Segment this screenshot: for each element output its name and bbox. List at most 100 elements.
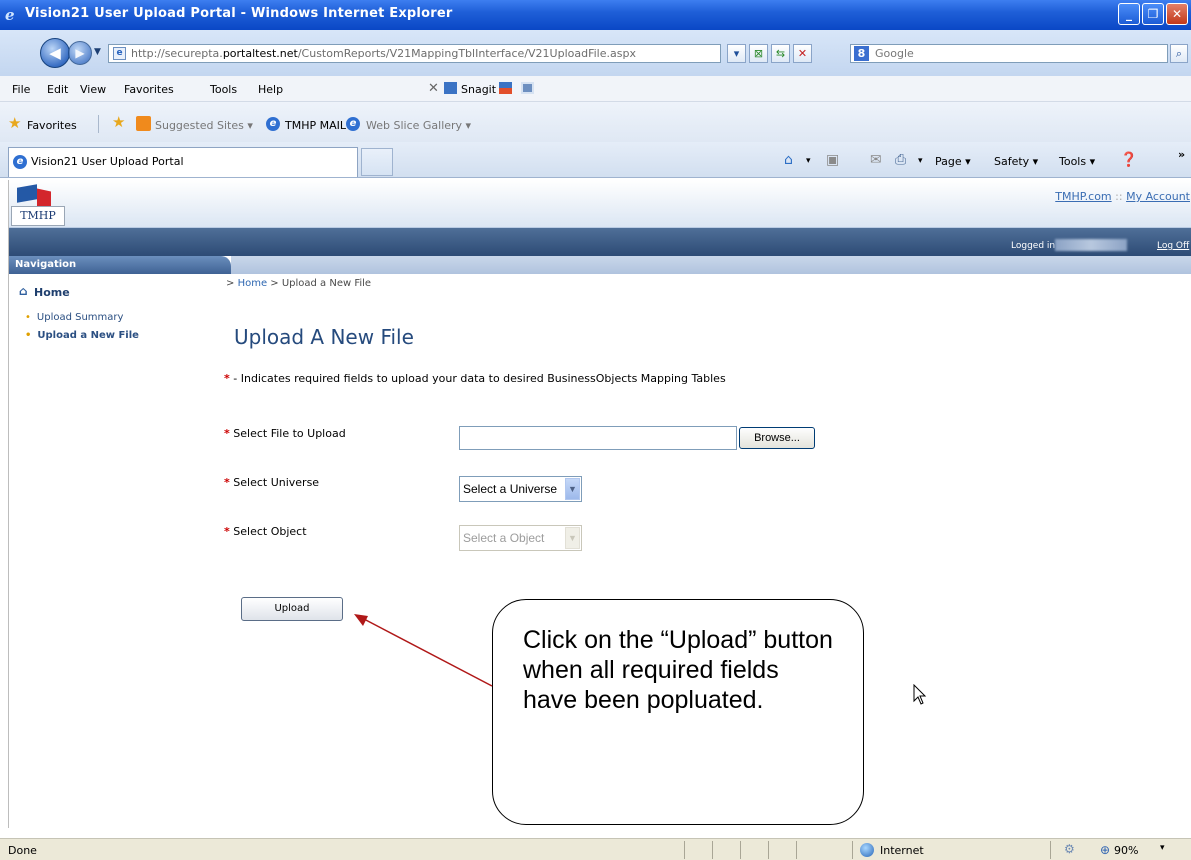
snagit-button[interactable]: Snagit [461,83,496,96]
sidebar-item-upload-new-file[interactable]: • Upload a New File [25,330,139,341]
window-title-bar: e Vision21 User Upload Portal - Windows … [0,0,1191,30]
address-input[interactable]: e http://securepta.portaltest.net/Custom… [108,44,721,63]
file-path-input[interactable] [459,426,737,450]
zoom-level[interactable]: 90% [1114,844,1138,857]
my-account-link[interactable]: My Account [1126,190,1190,203]
page-icon: e [113,47,126,60]
callout-text: Click on the “Upload” button when all re… [523,626,833,714]
object-label-text: Select Object [233,525,307,538]
search-input[interactable]: 8 Google [850,44,1168,63]
back-button[interactable]: ◀ [40,38,70,68]
feeds-icon[interactable]: ▣ [826,152,839,168]
favorites-separator [98,115,99,133]
header-links: TMHP.com :: My Account [1055,190,1190,203]
restore-button[interactable]: ❐ [1142,3,1164,25]
favorites-button[interactable]: Favorites [27,119,77,132]
web-slice-icon: e [346,117,360,131]
snagit-capture-icon[interactable] [499,82,512,94]
snagit-editor-icon[interactable] [521,82,534,94]
compatibility-view-icon[interactable]: ⊠ [749,44,768,63]
close-button[interactable]: ✕ [1166,3,1188,25]
site-header: TMHP TMHP.com :: My Account [9,180,1191,228]
protected-mode-icon[interactable]: ⚙ [1064,842,1075,856]
navigation-header-bg [231,256,1191,274]
bullet-icon: • [25,312,31,323]
file-label: * Select File to Upload [224,427,346,440]
object-label: * Select Object [224,525,307,538]
favorites-bar: ★ Favorites ★ Suggested Sites ▾ e TMHP M… [0,102,1191,142]
breadcrumb-home-link[interactable]: Home [238,278,268,289]
tmhp-home-link[interactable]: TMHP.com [1055,190,1111,203]
breadcrumb-current: > Upload a New File [267,278,372,289]
internet-zone-icon [860,843,874,857]
log-off-link[interactable]: Log Off [1157,241,1189,251]
menu-favorites[interactable]: Favorites [124,83,174,96]
address-dropdown-icon[interactable]: ▾ [727,44,746,63]
snagit-icon[interactable] [444,82,457,94]
menu-view[interactable]: View [80,83,106,96]
tools-menu[interactable]: Tools ▾ [1059,155,1095,168]
zoom-dropdown-icon[interactable]: ▾ [1160,843,1165,853]
google-search-provider-icon: 8 [854,46,869,61]
menu-file[interactable]: File [12,83,30,96]
forward-button[interactable]: ▶ [68,41,92,65]
breadcrumb-prefix: > [226,278,238,289]
breadcrumb: > Home > Upload a New File [226,278,371,289]
required-note: * - Indicates required fields to upload … [224,372,726,385]
close-toolbar-icon[interactable]: ✕ [428,81,439,96]
required-asterisk: * [224,427,230,440]
url-domain: portaltest.net [222,47,298,60]
window-title: Vision21 User Upload Portal - Windows In… [25,6,453,21]
web-slice-gallery-link[interactable]: Web Slice Gallery ▾ [366,119,471,132]
upload-button[interactable]: Upload [241,597,343,621]
search-button-icon[interactable]: ⌕ [1170,44,1188,63]
favorites-star-icon: ★ [8,114,22,132]
help-icon[interactable]: ❓ [1120,152,1137,168]
object-select[interactable]: Select a Object ▼ [459,525,582,551]
tmhp-mail-icon: e [266,117,280,131]
required-asterisk: * [224,525,230,538]
minimize-button[interactable]: _ [1118,3,1140,25]
universe-label: * Select Universe [224,476,319,489]
add-favorite-icon[interactable]: ★ [112,113,125,131]
tmhp-mail-link[interactable]: TMHP MAIL [285,119,346,132]
browse-button[interactable]: Browse... [739,427,815,449]
tab-title: Vision21 User Upload Portal [31,155,184,168]
menu-edit[interactable]: Edit [47,83,68,96]
link-separator: :: [1115,190,1123,203]
page-title: Upload A New File [234,325,414,349]
new-tab-button[interactable] [361,148,393,176]
history-dropdown-icon[interactable]: ▼ [94,47,101,57]
suggested-sites-icon [136,116,151,131]
chevron-down-icon: ▼ [565,478,580,500]
zoom-icon: ⊕ [1100,843,1111,857]
stop-icon[interactable]: ✕ [793,44,812,63]
url-path: /CustomReports/V21MappingTblInterface/V2… [297,47,636,60]
chevron-more-icon[interactable]: » [1178,148,1185,161]
read-mail-icon[interactable]: ✉ [870,152,882,168]
object-select-value: Select a Object [463,531,545,545]
refresh-icon[interactable]: ⇆ [771,44,790,63]
home-icon: ⌂ [19,284,28,298]
sidebar-item-label: Upload a New File [37,330,139,341]
print-icon[interactable]: ⎙ [895,152,906,168]
bullet-icon: • [25,330,32,341]
tmhp-logo[interactable]: TMHP [11,184,65,226]
menu-tools[interactable]: Tools [210,83,237,96]
suggested-sites-link[interactable]: Suggested Sites ▾ [155,119,253,132]
logo-text: TMHP [11,206,65,226]
safety-menu[interactable]: Safety ▾ [994,155,1038,168]
home-icon[interactable]: ⌂ [784,152,793,168]
sidebar-home-label: Home [34,286,70,299]
menu-help[interactable]: Help [258,83,283,96]
required-note-text: - Indicates required fields to upload yo… [229,372,726,385]
home-dropdown-icon[interactable]: ▾ [806,156,811,166]
redacted-username [1055,239,1127,251]
sidebar-item-upload-summary[interactable]: • Upload Summary [25,312,123,323]
universe-select[interactable]: Select a Universe ▼ [459,476,582,502]
universe-select-value: Select a Universe [463,482,558,496]
print-dropdown-icon[interactable]: ▾ [918,156,923,166]
tab-vision21[interactable]: e Vision21 User Upload Portal [8,147,358,177]
navigation-header: Navigation [9,256,231,274]
page-menu[interactable]: Page ▾ [935,155,971,168]
